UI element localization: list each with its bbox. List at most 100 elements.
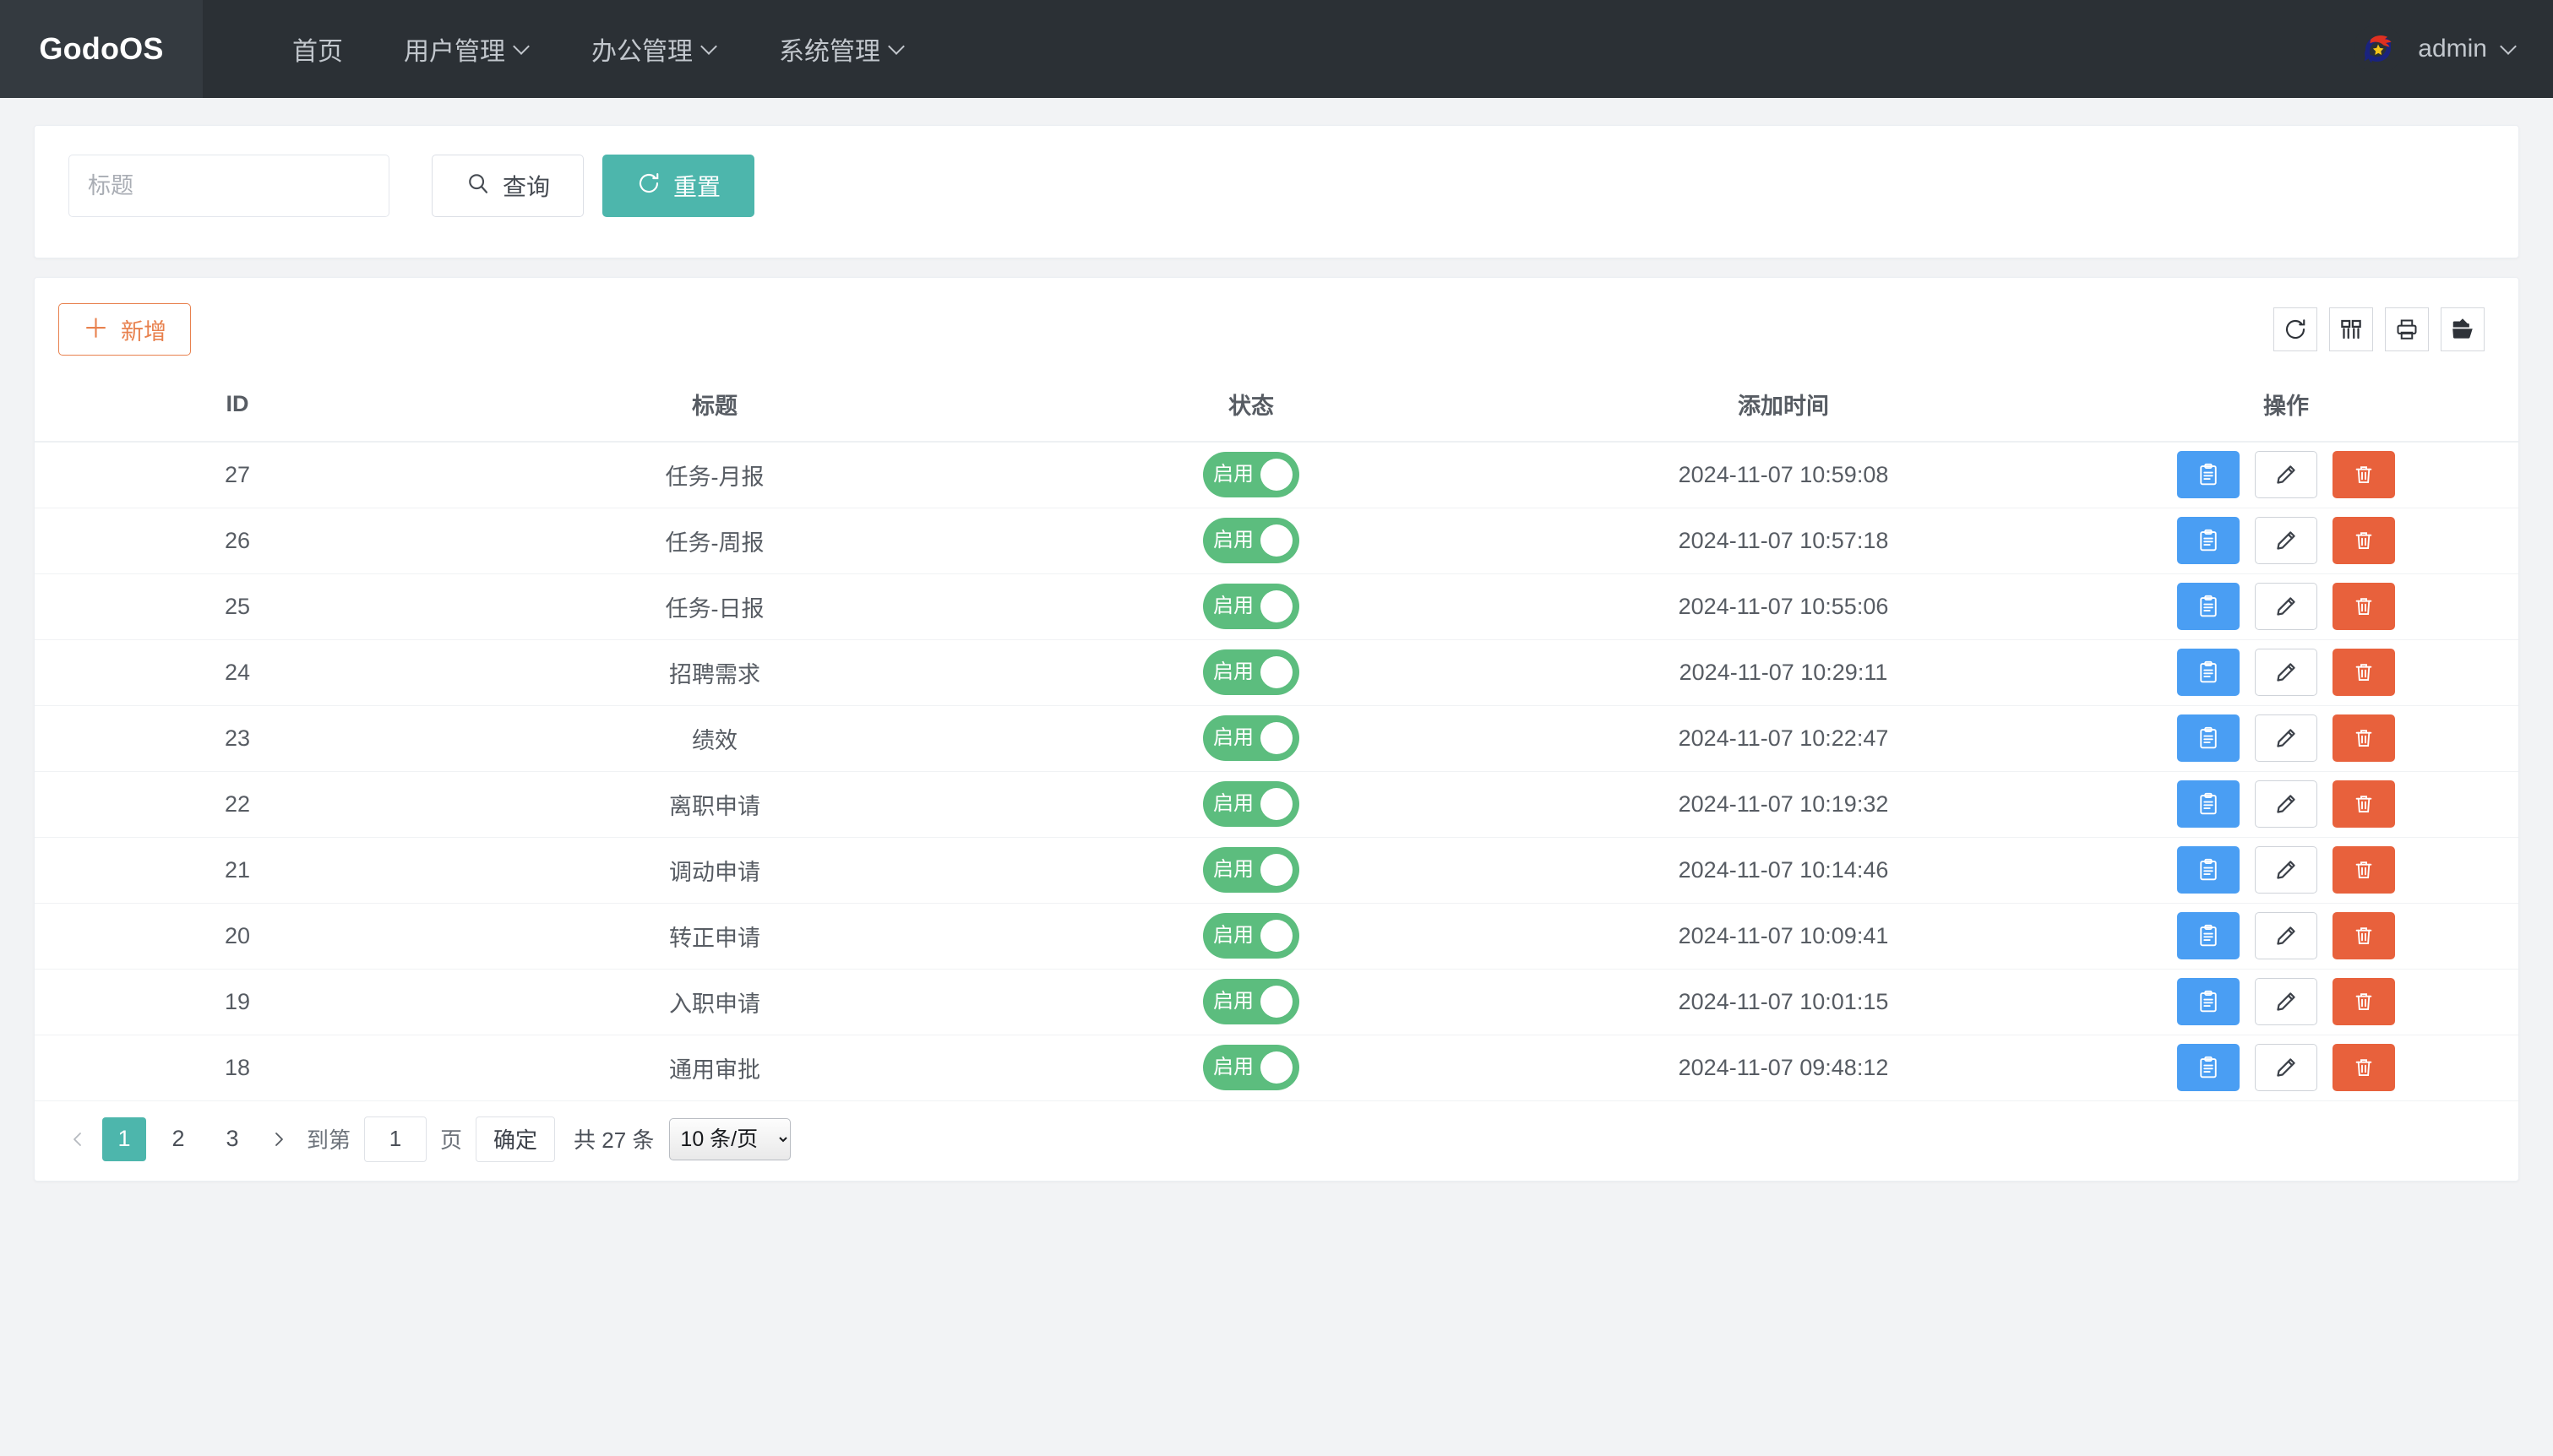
delete-button[interactable] — [2333, 714, 2395, 762]
table-row: 20转正申请启用2024-11-07 10:09:41 — [35, 903, 2518, 969]
delete-button[interactable] — [2333, 1044, 2395, 1091]
delete-button[interactable] — [2333, 978, 2395, 1025]
edit-button[interactable] — [2255, 846, 2317, 894]
delete-button[interactable] — [2333, 780, 2395, 828]
page-number-2[interactable]: 2 — [156, 1117, 200, 1161]
delete-button[interactable] — [2333, 846, 2395, 894]
status-toggle[interactable]: 启用 — [1203, 452, 1299, 497]
chevron-down-icon — [890, 39, 906, 54]
nav-item-1[interactable]: 首页 — [262, 0, 373, 98]
chevron-right-icon[interactable] — [259, 1117, 298, 1161]
cell-operations — [2054, 969, 2518, 1035]
status-toggle-label: 启用 — [1213, 991, 1254, 1012]
view-button[interactable] — [2177, 1044, 2240, 1091]
table-row: 22离职申请启用2024-11-07 10:19:32 — [35, 771, 2518, 837]
status-toggle-knob — [1260, 1051, 1293, 1084]
status-toggle[interactable]: 启用 — [1203, 913, 1299, 959]
edit-button[interactable] — [2255, 517, 2317, 564]
delete-button[interactable] — [2333, 583, 2395, 630]
confirm-jump-button[interactable]: 确定 — [476, 1116, 555, 1162]
row-action-group — [2054, 649, 2518, 696]
status-toggle[interactable]: 启用 — [1203, 781, 1299, 827]
table-card: ＋ 新增 — [34, 277, 2519, 1182]
row-action-group — [2054, 583, 2518, 630]
nav-item-4[interactable]: 系统管理 — [748, 0, 936, 98]
view-button[interactable] — [2177, 649, 2240, 696]
nav-item-2[interactable]: 用户管理 — [373, 0, 561, 98]
chevron-down-icon — [2502, 39, 2518, 54]
table-row: 18通用审批启用2024-11-07 09:48:12 — [35, 1035, 2518, 1100]
edit-button[interactable] — [2255, 649, 2317, 696]
status-toggle-knob — [1260, 854, 1293, 886]
edit-button[interactable] — [2255, 714, 2317, 762]
nav-item-3[interactable]: 办公管理 — [561, 0, 748, 98]
cell-id: 25 — [35, 573, 440, 639]
add-button[interactable]: ＋ 新增 — [58, 303, 191, 356]
delete-button[interactable] — [2333, 649, 2395, 696]
edit-button[interactable] — [2255, 1044, 2317, 1091]
column-header-3: 状态 — [989, 378, 1513, 442]
cell-time: 2024-11-07 10:14:46 — [1513, 837, 2054, 903]
cell-id: 20 — [35, 903, 440, 969]
column-header-5: 操作 — [2054, 378, 2518, 442]
cell-time: 2024-11-07 10:55:06 — [1513, 573, 2054, 639]
delete-button[interactable] — [2333, 451, 2395, 498]
status-toggle-label: 启用 — [1213, 1057, 1254, 1078]
view-button[interactable] — [2177, 780, 2240, 828]
status-toggle[interactable]: 启用 — [1203, 715, 1299, 761]
trash-icon — [2352, 529, 2376, 552]
clipboard-icon — [2196, 923, 2221, 948]
page-number-3[interactable]: 3 — [210, 1117, 254, 1161]
status-toggle[interactable]: 启用 — [1203, 1045, 1299, 1090]
trash-icon — [2352, 726, 2376, 750]
trash-icon — [2352, 1056, 2376, 1079]
status-toggle-knob — [1260, 459, 1293, 491]
view-button[interactable] — [2177, 978, 2240, 1025]
view-button[interactable] — [2177, 714, 2240, 762]
print-icon[interactable] — [2385, 307, 2429, 351]
refresh-icon[interactable] — [2273, 307, 2317, 351]
cell-operations — [2054, 837, 2518, 903]
cell-title: 任务-月报 — [440, 442, 989, 508]
status-toggle[interactable]: 启用 — [1203, 979, 1299, 1024]
page-size-select[interactable]: 10 条/页20 条/页50 条/页100 条/页 — [669, 1118, 791, 1160]
cell-title: 任务-周报 — [440, 508, 989, 573]
pencil-icon — [2274, 858, 2298, 882]
pencil-icon — [2274, 529, 2298, 552]
status-toggle[interactable]: 启用 — [1203, 847, 1299, 893]
export-icon[interactable] — [2441, 307, 2485, 351]
column-settings-icon[interactable] — [2329, 307, 2373, 351]
nav-item-label: 系统管理 — [779, 30, 880, 68]
app-logo[interactable]: GodoOS — [0, 0, 203, 98]
cell-time: 2024-11-07 10:29:11 — [1513, 639, 2054, 705]
main-nav: 首页用户管理办公管理系统管理 — [203, 0, 936, 98]
status-toggle[interactable]: 启用 — [1203, 584, 1299, 629]
pencil-icon — [2274, 463, 2298, 486]
user-menu[interactable]: admin — [2354, 0, 2518, 98]
edit-button[interactable] — [2255, 451, 2317, 498]
edit-button[interactable] — [2255, 583, 2317, 630]
view-button[interactable] — [2177, 846, 2240, 894]
search-input[interactable] — [68, 155, 389, 217]
page-jump-input[interactable] — [364, 1116, 427, 1162]
status-toggle-knob — [1260, 722, 1293, 754]
status-toggle[interactable]: 启用 — [1203, 518, 1299, 563]
cell-operations — [2054, 508, 2518, 573]
query-button[interactable]: 查询 — [432, 155, 584, 217]
view-button[interactable] — [2177, 912, 2240, 959]
view-button[interactable] — [2177, 451, 2240, 498]
reset-button[interactable]: 重置 — [602, 155, 754, 217]
view-button[interactable] — [2177, 517, 2240, 564]
page-number-1[interactable]: 1 — [102, 1117, 146, 1161]
cell-operations — [2054, 771, 2518, 837]
chevron-left-icon[interactable] — [58, 1117, 97, 1161]
edit-button[interactable] — [2255, 912, 2317, 959]
delete-button[interactable] — [2333, 517, 2395, 564]
approval-table: ID标题状态添加时间操作 27任务-月报启用2024-11-07 10:59:0… — [35, 378, 2518, 1101]
row-action-group — [2054, 451, 2518, 498]
edit-button[interactable] — [2255, 978, 2317, 1025]
status-toggle[interactable]: 启用 — [1203, 649, 1299, 695]
edit-button[interactable] — [2255, 780, 2317, 828]
delete-button[interactable] — [2333, 912, 2395, 959]
view-button[interactable] — [2177, 583, 2240, 630]
